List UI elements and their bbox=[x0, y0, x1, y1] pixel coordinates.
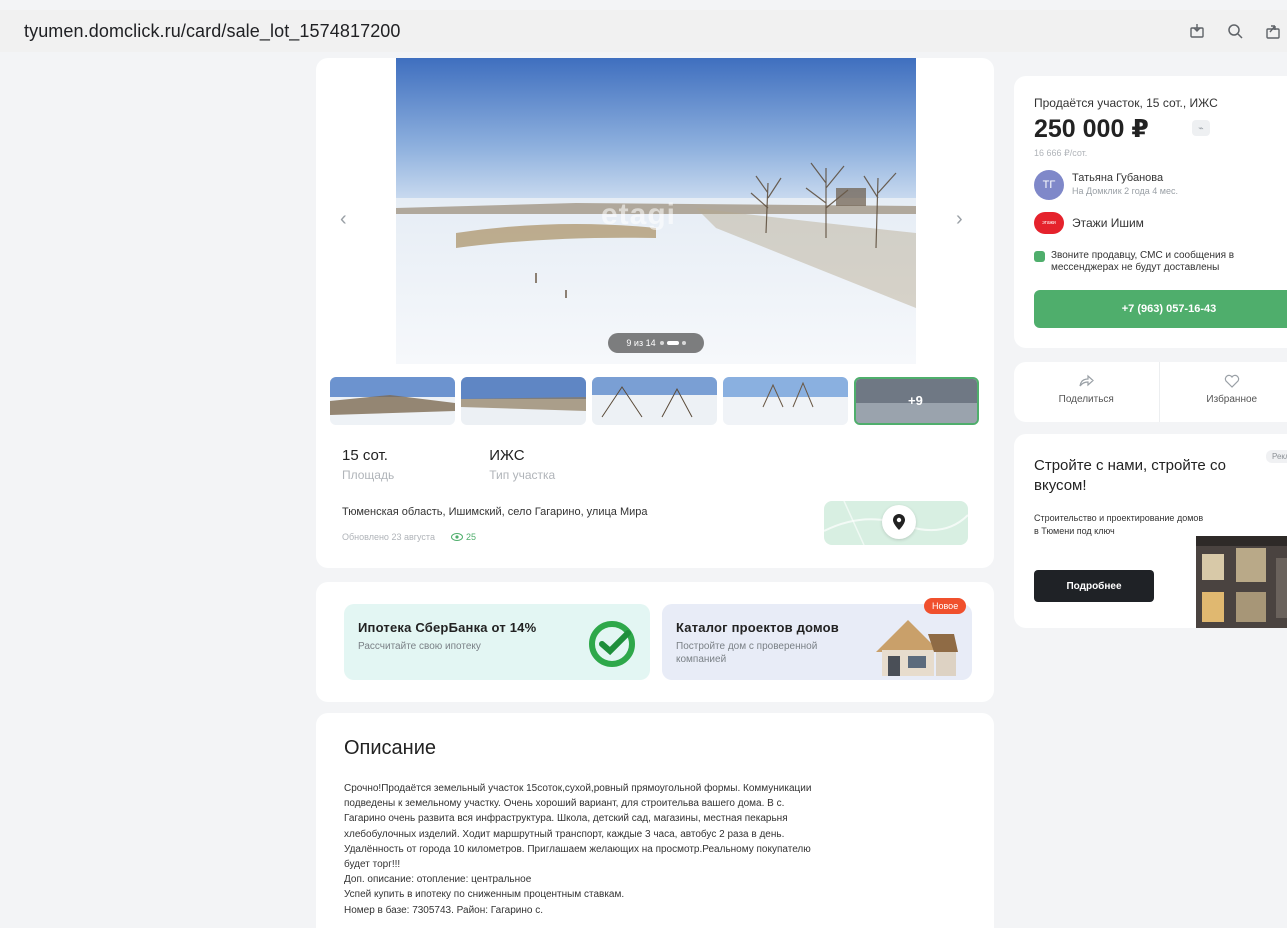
new-badge: Новое bbox=[924, 598, 967, 614]
agent-avatar: ТГ bbox=[1034, 170, 1064, 200]
ad-subtitle: Строительство и проектирование домов в Т… bbox=[1034, 513, 1204, 536]
agent-since: На Домклик 2 года 4 мес. bbox=[1072, 186, 1179, 196]
zoom-icon[interactable] bbox=[1225, 21, 1245, 41]
description-text: Срочно!Продаётся земельный участок 15сот… bbox=[344, 781, 974, 918]
more-photos-thumbnail[interactable]: +9 bbox=[854, 377, 979, 425]
listing-meta: Обновлено 23 августа 25 bbox=[342, 532, 476, 542]
thumbnail[interactable] bbox=[330, 377, 455, 425]
address-bar-tools bbox=[1187, 10, 1287, 52]
call-button[interactable]: +7 (963) 057-16-43 bbox=[1034, 290, 1287, 328]
agency-info[interactable]: этажи Этажи Ишим bbox=[1034, 212, 1144, 234]
sberbank-logo-icon bbox=[589, 621, 635, 667]
favorite-label: Избранное bbox=[1206, 394, 1258, 405]
install-app-icon[interactable] bbox=[1187, 21, 1207, 41]
views-counter: 25 bbox=[450, 532, 476, 542]
plot-specs: 15 сот. Площадь ИЖС Тип участка bbox=[342, 447, 555, 482]
notice-text: Звоните продавцу, СМС и сообщения в месс… bbox=[1051, 250, 1235, 273]
description-title: Описание bbox=[344, 737, 437, 759]
description-line: будет торг!!! bbox=[344, 859, 401, 871]
agency-name: Этажи Ишим bbox=[1072, 216, 1144, 230]
ad-card[interactable]: Реклама Стройте с нами, стройте со вкусо… bbox=[1014, 434, 1287, 628]
share-button[interactable]: Поделиться bbox=[1014, 362, 1159, 422]
thumbnail[interactable] bbox=[592, 377, 717, 425]
listing-main-card: etagi ‹ › 9 из 14 +9 15 сот. Площадь ИЖС… bbox=[316, 58, 994, 568]
agent-name: Татьяна Губанова bbox=[1072, 172, 1164, 184]
url-text[interactable]: tyumen.domclick.ru/card/sale_lot_1574817… bbox=[24, 21, 401, 42]
photo-dots bbox=[659, 341, 686, 345]
house-illustration-icon bbox=[876, 620, 958, 676]
share-page-icon[interactable] bbox=[1263, 21, 1283, 41]
share-label: Поделиться bbox=[1058, 394, 1114, 405]
mortgage-promo-title: Ипотека СберБанка от 14% bbox=[358, 620, 537, 635]
call-only-notice: Звоните продавцу, СМС и сообщения в месс… bbox=[1034, 250, 1287, 274]
description-line: Номер в базе: 7305743. Район: Гагарино с… bbox=[344, 904, 543, 916]
mortgage-promo[interactable]: Ипотека СберБанка от 14% Рассчитайте сво… bbox=[344, 604, 650, 680]
listing-address: Тюменская область, Ишимский, село Гагари… bbox=[342, 506, 648, 518]
favorite-button[interactable]: Избранное bbox=[1158, 362, 1287, 422]
spec-area: 15 сот. Площадь bbox=[342, 447, 394, 482]
heart-icon bbox=[1224, 374, 1239, 388]
ad-details-button[interactable]: Подробнее bbox=[1034, 570, 1154, 602]
price-history-icon[interactable]: ⌁ bbox=[1192, 120, 1210, 136]
description-line: подведены к земельному участку. Очень хо… bbox=[344, 798, 785, 810]
catalog-promo-subtitle: Постройте дом с проверенной компанией bbox=[676, 641, 818, 665]
photo-counter: 9 из 14 bbox=[608, 333, 704, 353]
thumbnail-strip: +9 bbox=[330, 377, 979, 425]
photo-watermark: etagi bbox=[601, 198, 677, 231]
house-catalog-promo[interactable]: Каталог проектов домов Постройте дом с п… bbox=[662, 604, 972, 680]
price: 250 000 ₽ bbox=[1034, 115, 1149, 143]
description-line: Успей купить в ипотеку по сниженным проц… bbox=[344, 889, 625, 901]
catalog-promo-title: Каталог проектов домов bbox=[676, 620, 839, 635]
shield-icon bbox=[1034, 251, 1045, 262]
description-line: Доп. описание: отопление: центральное bbox=[344, 874, 532, 886]
description-line: Гагарино очень развита вся инфраструктур… bbox=[344, 813, 788, 825]
description-card: Описание Срочно!Продаётся земельный учас… bbox=[316, 713, 994, 928]
promo-card: Ипотека СберБанка от 14% Рассчитайте сво… bbox=[316, 582, 994, 702]
mini-map[interactable] bbox=[824, 501, 968, 545]
prev-photo-button[interactable]: ‹ bbox=[340, 208, 347, 231]
thumbnail[interactable] bbox=[461, 377, 586, 425]
thumbnail[interactable] bbox=[723, 377, 848, 425]
spec-area-value: 15 сот. bbox=[342, 447, 388, 464]
house-photo-icon bbox=[1196, 536, 1287, 628]
ad-badge: Реклама bbox=[1266, 450, 1287, 463]
share-icon bbox=[1079, 374, 1095, 387]
main-photo[interactable]: etagi bbox=[396, 58, 916, 364]
spec-area-label: Площадь bbox=[342, 468, 395, 482]
agency-logo: этажи bbox=[1034, 212, 1064, 234]
description-line: Удалённость от города 10 километров. При… bbox=[344, 843, 811, 855]
agent-info[interactable]: ТГ Татьяна Губанова На Домклик 2 года 4 … bbox=[1034, 170, 1178, 200]
address-bar[interactable]: tyumen.domclick.ru/card/sale_lot_1574817… bbox=[0, 10, 1287, 52]
views-count: 25 bbox=[465, 532, 476, 542]
map-pin-icon bbox=[882, 505, 916, 539]
spec-type-label: Тип участка bbox=[489, 468, 556, 482]
description-line: Срочно!Продаётся земельный участок 15сот… bbox=[344, 783, 812, 794]
ad-title: Стройте с нами, стройте со вкусом! bbox=[1034, 457, 1226, 494]
next-photo-button[interactable]: › bbox=[956, 208, 963, 231]
offer-title: Продаётся участок, 15 сот., ИЖС bbox=[1034, 96, 1218, 110]
description-line: хлебобулочных изделий. Ходит маршрутный … bbox=[344, 828, 785, 840]
spec-type: ИЖС Тип участка bbox=[489, 447, 555, 482]
eye-icon bbox=[450, 533, 463, 541]
updated-date: Обновлено 23 августа bbox=[342, 532, 435, 542]
more-photos-count: +9 bbox=[908, 393, 923, 408]
price-per-unit: 16 666 ₽/сот. bbox=[1034, 148, 1088, 158]
offer-card: Продаётся участок, 15 сот., ИЖС 250 000 … bbox=[1014, 76, 1287, 348]
mortgage-promo-subtitle: Рассчитайте свою ипотеку bbox=[358, 641, 481, 652]
photo-counter-text: 9 из 14 bbox=[626, 338, 656, 348]
actions-card: Поделиться Избранное bbox=[1014, 362, 1287, 422]
spec-type-value: ИЖС bbox=[489, 447, 525, 464]
